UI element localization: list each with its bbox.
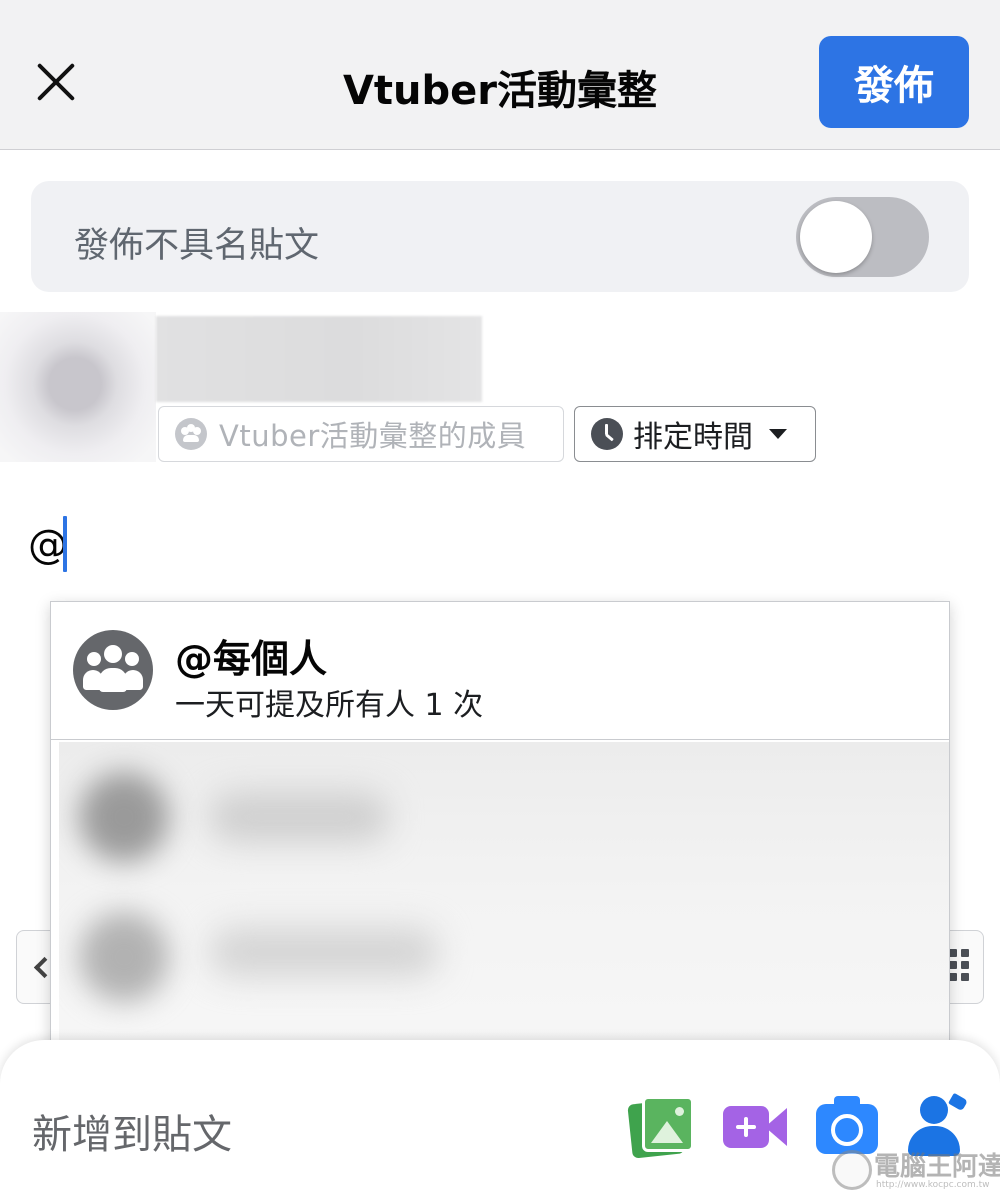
mention-everyone-description: 一天可提及所有人 1 次 <box>175 688 484 723</box>
schedule-chip[interactable]: 排定時間 <box>574 406 816 462</box>
live-video-icon[interactable] <box>723 1094 793 1160</box>
anonymous-post-label: 發佈不具名貼文 <box>74 226 320 266</box>
post-text-input[interactable]: @ <box>28 522 68 568</box>
group-icon <box>73 630 153 710</box>
text-cursor <box>63 516 67 572</box>
audience-chip[interactable]: Vtuber活動彙整的成員 <box>158 406 564 462</box>
audience-label: Vtuber活動彙整的成員 <box>219 419 527 453</box>
watermark-brand: 電腦王阿達 <box>874 1152 1000 1182</box>
schedule-label: 排定時間 <box>633 420 753 455</box>
mention-everyone-item[interactable]: @每個人 一天可提及所有人 1 次 <box>51 602 949 740</box>
watermark-url: http://www.kocpc.com.tw <box>876 1180 990 1190</box>
photo-icon[interactable] <box>627 1094 700 1160</box>
author-name <box>156 316 482 402</box>
publish-button[interactable]: 發佈 <box>819 36 969 128</box>
watermark-logo: 電腦王阿達 http://www.kocpc.com.tw <box>832 1146 1000 1198</box>
mention-suggestions-popup: @每個人 一天可提及所有人 1 次 <box>50 601 950 1073</box>
mascot-icon <box>832 1150 872 1190</box>
toggle-knob <box>800 201 872 273</box>
mention-everyone-name: @每個人 <box>175 637 328 681</box>
anonymous-post-card: 發佈不具名貼文 <box>31 181 969 292</box>
caret-down-icon <box>769 429 787 439</box>
group-members-icon <box>175 418 207 450</box>
anonymous-post-toggle[interactable] <box>796 197 929 277</box>
clock-icon <box>591 418 623 450</box>
mention-suggestion-list[interactable] <box>59 742 949 1072</box>
author-avatar <box>0 312 156 462</box>
composer-header: Vtuber活動彙整 發佈 <box>0 0 1000 150</box>
add-to-post-label[interactable]: 新增到貼文 <box>32 1102 232 1160</box>
